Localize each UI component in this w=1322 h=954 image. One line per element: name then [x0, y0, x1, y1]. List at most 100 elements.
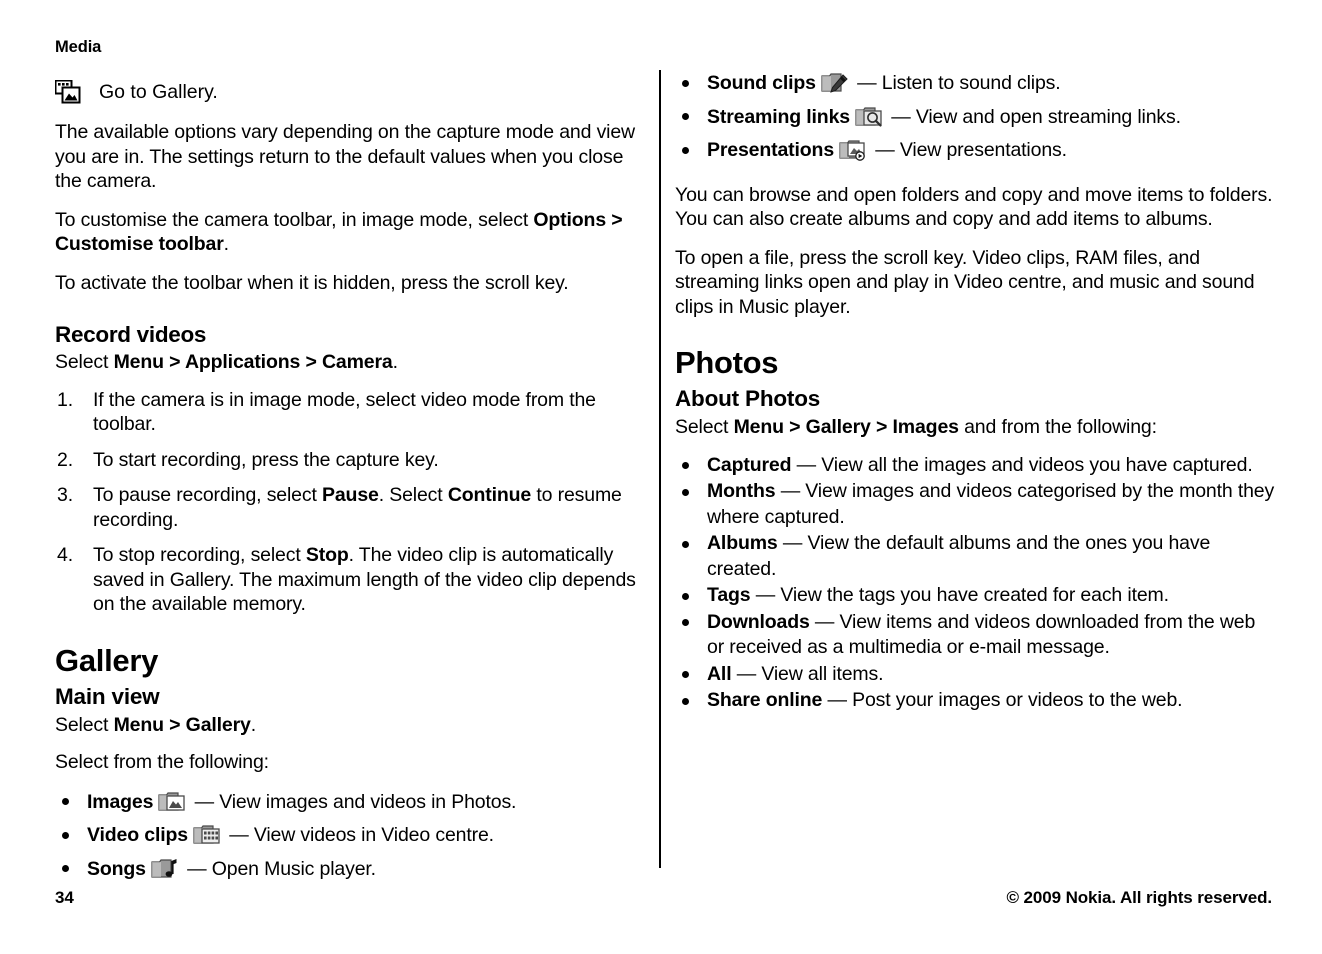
step-number: 2.	[57, 448, 73, 471]
document-page: Media Go to Gallery. The available optio…	[0, 0, 1322, 954]
bullet-dot-icon	[62, 865, 69, 872]
gallery-select-following: Select from the following:	[55, 751, 269, 773]
photos-select-prefix: Select	[675, 416, 734, 438]
gallery-list-item: Video clips — View videos in Video centr…	[55, 822, 647, 854]
bullet-dot-icon	[682, 619, 689, 626]
photos-list-item: Albums — View the default albums and the…	[675, 531, 1275, 582]
gallery-list-item: Songs — Open Music player.	[55, 856, 647, 888]
heading-photos: Photos	[675, 345, 779, 380]
list-item-term: Captured	[707, 453, 792, 476]
photos-list-item: Tags — View the tags you have created fo…	[675, 583, 1275, 609]
list-item-term: Sound clips	[707, 72, 816, 94]
photos-items-list: Captured — View all the images and video…	[675, 453, 1275, 714]
gallery-list-item: Images — View images and videos in Photo…	[55, 789, 647, 821]
step-text: To stop recording, select	[93, 544, 306, 566]
list-item-description: — View and open streaming links.	[885, 105, 1181, 128]
step-item: 4. To stop recording, select Stop. The vi…	[55, 543, 647, 617]
gallery-path-suffix: .	[250, 713, 257, 736]
list-item-term: Downloads	[707, 610, 810, 633]
photos-list-item: Months — View images and videos categori…	[675, 479, 1275, 530]
customise-bold-toolbar: Customise toolbar	[55, 233, 224, 255]
heading-about-photos: About Photos	[675, 386, 821, 411]
customise-separator: >	[606, 208, 623, 231]
gallery-items-continued-list: Sound clips — Listen to sound clips. Stre…	[675, 70, 1275, 169]
list-item-description: — View videos in Video centre.	[223, 824, 494, 846]
record-videos-select-path: Select Menu > Applications > Camera.	[55, 350, 647, 375]
list-item-description: — Open Music player.	[181, 857, 376, 880]
step-item: 2. To start recording, press the capture …	[55, 448, 647, 473]
bullet-dot-icon	[62, 831, 69, 839]
paragraph-customise-toolbar: To customise the camera toolbar, in imag…	[55, 208, 647, 257]
path-applications: Applications	[184, 351, 301, 373]
gallery-select-path: Select Menu > Gallery.	[55, 713, 647, 738]
running-head: Media	[55, 38, 102, 56]
heading-main-view: Main view	[55, 683, 160, 709]
bullet-dot-icon	[682, 540, 689, 548]
photos-path-menu: Menu	[733, 416, 784, 438]
bullet-dot-icon	[682, 697, 689, 705]
list-item-term: Tags	[707, 584, 751, 606]
photos-list-item: Downloads — View items and videos downlo…	[675, 610, 1275, 661]
gallery-list-item: Presentations — View presentations.	[675, 137, 1275, 169]
gallery-items-list: Images — View images and videos in Photo…	[55, 789, 647, 888]
list-item-term: Share online	[707, 689, 823, 711]
list-item-description: — View the default albums and the ones y…	[707, 532, 1211, 580]
bullet-dot-icon	[682, 113, 689, 120]
step-emphasis: Continue	[447, 484, 532, 506]
bullet-dot-icon	[682, 462, 689, 469]
bullet-dot-icon	[682, 488, 689, 496]
folder-sound-icon	[821, 70, 849, 102]
list-item-description: — Post your images or videos to the web.	[822, 689, 1183, 711]
column-divider	[659, 70, 661, 868]
paragraph-activate-toolbar: To activate the toolbar when it is hidde…	[55, 271, 569, 294]
step-text: If the camera is in image mode, select v…	[93, 388, 596, 436]
path-sep-2: >	[300, 351, 322, 373]
folder-images-icon	[158, 789, 186, 821]
go-to-gallery-line: Go to Gallery.	[55, 80, 647, 104]
step-number: 3.	[57, 484, 73, 506]
gallery-list-item: Sound clips — Listen to sound clips.	[675, 70, 1275, 102]
path-camera: Camera	[321, 351, 393, 373]
customise-bold-options: Options	[533, 208, 607, 231]
paragraph-browse-folders: You can browse and open folders and copy…	[675, 183, 1273, 231]
bullet-dot-icon	[62, 798, 69, 805]
photos-path-sep-2: >	[870, 416, 893, 438]
list-item-term: Images	[87, 790, 154, 813]
path-menu: Menu	[113, 351, 164, 373]
go-to-gallery-icon	[55, 80, 81, 104]
gallery-list-item: Streaming links — View and open streamin…	[675, 104, 1275, 136]
customise-prefix: To customise the camera toolbar, in imag…	[55, 208, 534, 231]
heading-record-videos: Record videos	[55, 322, 207, 347]
folder-presentation-icon	[839, 137, 867, 169]
list-item-description: — View images and videos categorised by …	[707, 480, 1275, 528]
path-sep-1: >	[163, 351, 185, 373]
list-item-description: — View all items.	[731, 662, 884, 685]
photos-select-path: Select Menu > Gallery > Images and from …	[675, 415, 1275, 440]
step-text: To start recording, press the capture ke…	[93, 448, 439, 471]
bullet-dot-icon	[682, 592, 689, 600]
photos-path-suffix: and from the following:	[958, 416, 1157, 438]
step-number: 4.	[57, 544, 73, 566]
page-footer: 34 © 2009 Nokia. All rights reserved.	[55, 888, 1272, 908]
right-column: Sound clips — Listen to sound clips. Stre…	[675, 70, 1275, 728]
step-number: 1.	[57, 388, 73, 411]
page-number: 34	[55, 888, 74, 907]
step-item: 3. To pause recording, select Pause. Sele…	[55, 483, 647, 532]
step-item: 1. If the camera is in image mode, select…	[55, 388, 647, 437]
photos-list-item: Captured — View all the images and video…	[675, 453, 1275, 479]
list-item-term: Presentations	[707, 139, 835, 161]
gallery-select-prefix: Select	[55, 713, 114, 736]
bullet-dot-icon	[682, 146, 689, 154]
paragraph-options-vary: The available options vary depending on …	[55, 121, 635, 192]
bullet-dot-icon	[682, 671, 689, 678]
photos-path-sep-1: >	[783, 416, 806, 438]
list-item-description: — View all the images and videos you hav…	[791, 453, 1253, 476]
path-suffix: .	[392, 351, 398, 373]
photos-path-gallery: Gallery	[805, 416, 871, 438]
photos-list-item: Share online — Post your images or video…	[675, 688, 1275, 714]
list-item-term: Albums	[707, 532, 778, 554]
paragraph-open-file: To open a file, press the scroll key. Vi…	[675, 246, 1255, 318]
list-item-term: Streaming links	[707, 105, 850, 128]
step-text: To pause recording, select	[93, 484, 322, 506]
photos-path-images: Images	[892, 416, 959, 438]
